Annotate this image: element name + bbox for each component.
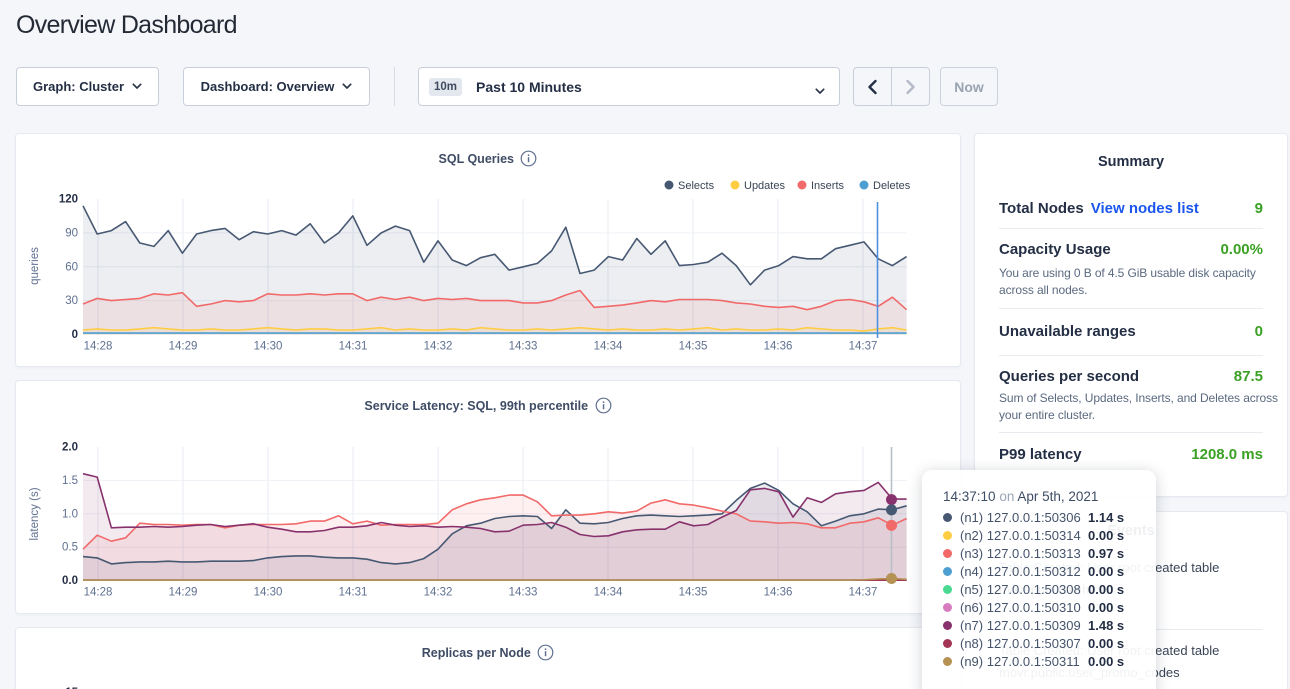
svg-text:2.0: 2.0: [62, 442, 78, 454]
svg-text:14:28: 14:28: [84, 587, 113, 599]
svg-text:Selects: Selects: [678, 180, 715, 192]
svg-text:90: 90: [65, 227, 78, 239]
svg-text:14:29: 14:29: [169, 341, 198, 353]
svg-text:14:32: 14:32: [424, 341, 453, 353]
svg-text:120: 120: [59, 194, 78, 206]
svg-text:14:31: 14:31: [339, 587, 368, 599]
svg-text:1.0: 1.0: [62, 508, 78, 520]
svg-text:14:35: 14:35: [679, 587, 708, 599]
svg-text:Inserts: Inserts: [811, 180, 845, 192]
svg-text:30: 30: [65, 295, 78, 307]
svg-text:1.5: 1.5: [62, 475, 78, 487]
svg-text:14:31: 14:31: [339, 341, 368, 353]
svg-text:14:30: 14:30: [254, 341, 283, 353]
svg-text:14:30: 14:30: [254, 587, 283, 599]
svg-text:14:28: 14:28: [84, 341, 113, 353]
svg-text:14:36: 14:36: [764, 587, 793, 599]
svg-text:0.5: 0.5: [62, 542, 78, 554]
svg-text:60: 60: [65, 261, 78, 273]
svg-text:queries: queries: [29, 247, 41, 285]
svg-text:0: 0: [72, 329, 78, 341]
svg-text:Updates: Updates: [744, 180, 785, 192]
svg-text:14:32: 14:32: [424, 587, 453, 599]
svg-text:0.0: 0.0: [62, 575, 78, 587]
svg-text:14:36: 14:36: [764, 341, 793, 353]
svg-text:14:33: 14:33: [509, 587, 538, 599]
svg-text:14:34: 14:34: [594, 587, 623, 599]
svg-text:14:37: 14:37: [849, 587, 878, 599]
svg-text:14:29: 14:29: [169, 587, 198, 599]
svg-text:14:33: 14:33: [509, 341, 538, 353]
svg-text:14:35: 14:35: [679, 341, 708, 353]
svg-text:latency (s): latency (s): [29, 487, 41, 540]
svg-text:14:37: 14:37: [849, 341, 878, 353]
svg-text:14:34: 14:34: [594, 341, 623, 353]
svg-text:Deletes: Deletes: [873, 180, 911, 192]
